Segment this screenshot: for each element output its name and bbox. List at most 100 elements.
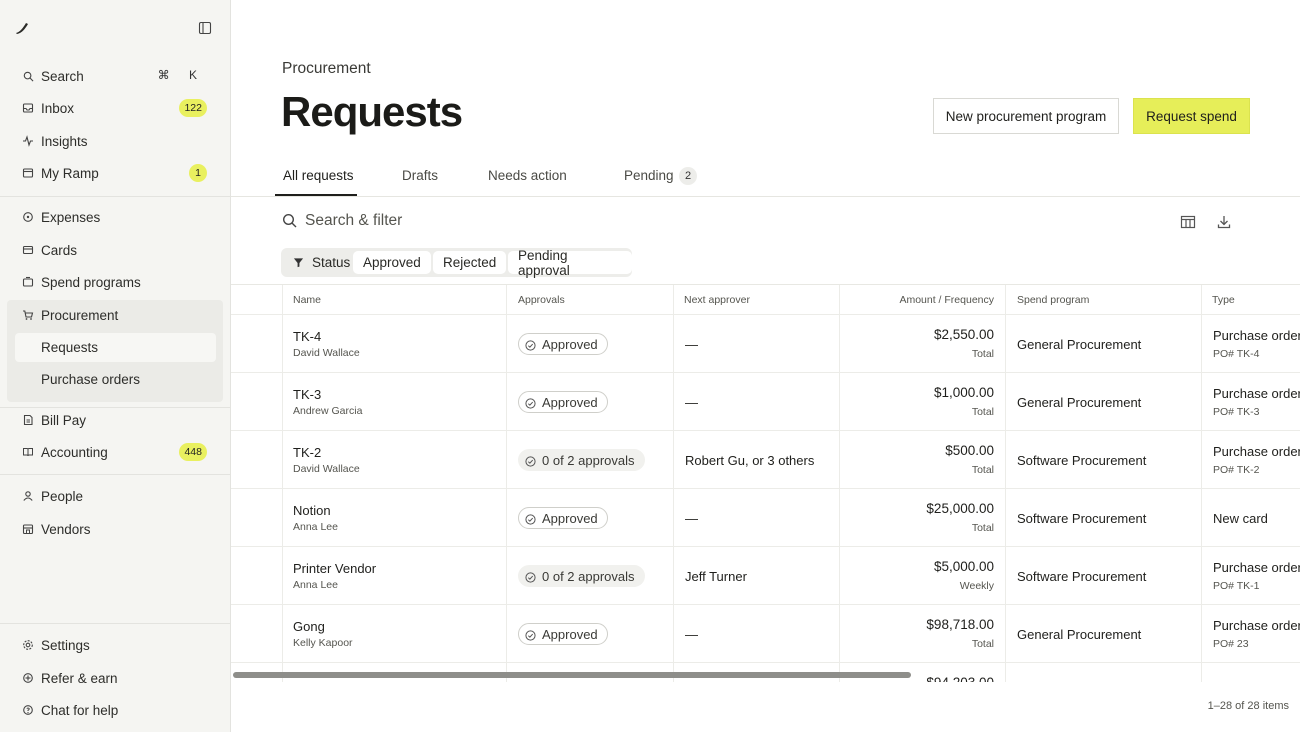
approval-status-badge: 0 of 2 approvals [518, 565, 645, 587]
search-icon [22, 70, 34, 82]
approval-status-badge: Approved [518, 623, 608, 645]
table-row[interactable]: Gong Kelly Kapoor Approved — $98,718.00 Total… [231, 604, 1300, 662]
status-filter-button[interactable]: Status [283, 251, 360, 274]
request-owner: Anna Lee [293, 579, 338, 591]
next-approver: — [685, 395, 698, 410]
sidebar-item-vendors[interactable]: Vendors [8, 514, 223, 544]
request-frequency: Total [971, 638, 994, 650]
column-header-amount[interactable]: Amount / Frequency [899, 294, 994, 306]
expenses-icon [22, 211, 34, 223]
sidebar-item-insights[interactable]: Insights [8, 126, 223, 156]
request-name: TK-3 [293, 387, 322, 402]
request-frequency: Weekly [959, 580, 994, 592]
request-amount: $94,203.00 [926, 675, 994, 682]
column-header-spend-program[interactable]: Spend program [1017, 294, 1089, 306]
sidebar-item-spend-programs[interactable]: Spend programs [8, 267, 223, 297]
accounting-icon [22, 446, 34, 458]
sidebar-item-label: Bill Pay [41, 412, 87, 428]
sidebar-item-bill-pay[interactable]: Bill Pay [8, 405, 223, 435]
sidebar-item-inbox[interactable]: Inbox 122 [8, 93, 223, 123]
request-amount: $98,718.00 [926, 617, 994, 632]
sidebar-item-refer-earn[interactable]: Refer & earn [8, 663, 223, 693]
new-procurement-program-button[interactable]: New procurement program [933, 98, 1119, 134]
inbox-icon [22, 102, 34, 114]
sidebar-search[interactable]: Search ⌘ K [8, 61, 223, 91]
sidebar-search-label: Search [41, 68, 84, 84]
table-row[interactable]: Notion Anna Lee Approved — $25,000.00 Total So… [231, 488, 1300, 546]
sidebar-item-label: Inbox [41, 100, 75, 116]
check-circle-icon [525, 629, 536, 641]
request-name: TK-4 [293, 329, 322, 344]
sidebar-item-my-ramp[interactable]: My Ramp 1 [8, 158, 223, 188]
sidebar-item-cards[interactable]: Cards [8, 235, 223, 265]
request-frequency: Total [971, 348, 994, 360]
sidebar-item-settings[interactable]: Settings [8, 630, 223, 660]
tab-pending[interactable]: Pending [624, 168, 674, 183]
request-type: Purchase order [1213, 328, 1300, 343]
request-name: Printer Vendor [293, 561, 377, 576]
spend-programs-icon [22, 276, 34, 288]
sidebar-item-people[interactable]: People [8, 481, 223, 511]
request-owner: David Wallace [293, 463, 360, 475]
page-title: Requests [281, 88, 463, 135]
column-header-type[interactable]: Type [1212, 294, 1235, 306]
approval-status-label: Approved [542, 510, 598, 526]
sidebar-item-expenses[interactable]: Expenses [8, 202, 223, 232]
table-row[interactable]: TK-2 David Wallace 0 of 2 approvals Robert … [231, 430, 1300, 488]
cards-icon [22, 244, 34, 256]
table-row[interactable]: TK-4 David Wallace Approved — $2,550.00 Total… [231, 314, 1300, 372]
approval-status-badge: Approved [518, 391, 608, 413]
approval-status-label: Approved [542, 394, 598, 410]
approval-status-badge: Approved [518, 507, 608, 529]
sidebar-subitem-requests[interactable]: Requests [15, 333, 216, 362]
sidebar-item-procurement[interactable]: Procurement [8, 300, 223, 330]
sidebar-divider [0, 623, 231, 624]
column-header-approvals[interactable]: Approvals [518, 294, 565, 306]
tab-all-requests[interactable]: All requests [283, 168, 354, 183]
sidebar-divider [0, 196, 231, 197]
request-type: New card [1213, 511, 1268, 526]
filter-chip-approved[interactable]: Approved [353, 251, 431, 274]
filter-chip-rejected[interactable]: Rejected [433, 251, 507, 274]
column-header-next-approver[interactable]: Next approver [684, 294, 750, 306]
download-icon[interactable] [1216, 214, 1232, 230]
request-amount: $2,550.00 [933, 327, 994, 342]
status-filter-label: Status [312, 255, 351, 270]
sidebar-item-chat-for-help[interactable]: Chat for help [8, 695, 223, 725]
po-number: PO# TK-2 [1213, 464, 1260, 476]
column-header-name[interactable]: Name [293, 294, 321, 306]
tab-drafts[interactable]: Drafts [402, 168, 438, 183]
breadcrumb[interactable]: Procurement [282, 60, 371, 78]
sidebar-collapse-icon[interactable] [198, 21, 212, 35]
next-approver: — [685, 627, 698, 642]
vendors-icon [22, 523, 34, 535]
request-frequency: Total [971, 406, 994, 418]
next-approver: — [685, 337, 698, 352]
spend-program: General Procurement [1017, 627, 1142, 642]
request-type: Purchase order [1213, 618, 1300, 633]
sidebar-item-accounting[interactable]: Accounting 448 [8, 437, 223, 467]
approval-status-badge: Approved [518, 333, 608, 355]
myramp-icon [22, 167, 34, 179]
table-row[interactable]: Printer Vendor Anna Lee 0 of 2 approvals Je… [231, 546, 1300, 604]
columns-icon[interactable] [1180, 214, 1196, 230]
request-owner: Andrew Garcia [293, 405, 363, 417]
sidebar-item-label: Procurement [41, 307, 119, 323]
filter-chip-pending-approval[interactable]: Pending approval [508, 248, 632, 278]
search-shortcut: ⌘ K [157, 68, 205, 82]
search-filter-input[interactable]: Search & filter [282, 212, 402, 230]
sidebar-item-label: Spend programs [41, 274, 141, 290]
request-owner: David Wallace [293, 347, 360, 359]
tab-needs-action[interactable]: Needs action [488, 168, 567, 183]
sidebar-item-label: My Ramp [41, 165, 99, 181]
sidebar-subitem-purchase-orders[interactable]: Purchase orders [15, 365, 216, 394]
request-amount: $25,000.00 [926, 501, 994, 516]
search-placeholder: Search & filter [305, 212, 403, 229]
spend-program: Software Procurement [1017, 569, 1147, 584]
table-row[interactable]: TK-3 Andrew Garcia Approved — $1,000.00 Total… [231, 372, 1300, 430]
check-circle-icon [525, 397, 536, 409]
request-spend-button[interactable]: Request spend [1133, 98, 1250, 134]
ramp-logo-icon[interactable] [14, 20, 30, 36]
horizontal-scrollbar[interactable] [233, 672, 911, 678]
request-amount: $1,000.00 [933, 385, 994, 400]
